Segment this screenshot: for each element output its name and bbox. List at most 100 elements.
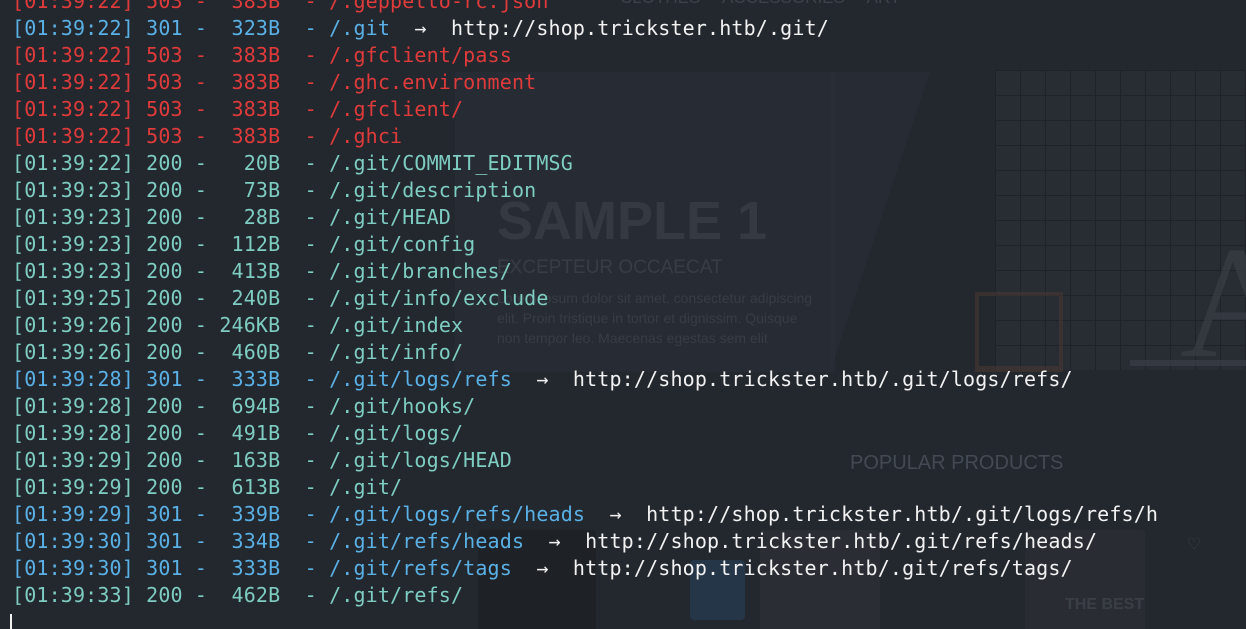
request-path: /.geppetto-rc.json [329, 0, 549, 13]
timestamp: [01:39:23] [12, 205, 134, 229]
log-entry: [01:39:22] 503 - 383B - /.gfclient/ [12, 97, 463, 121]
status-code: 200 [146, 448, 183, 472]
timestamp: [01:39:26] [12, 340, 134, 364]
separator: - [304, 124, 317, 148]
response-size: 413B [231, 259, 281, 283]
status-code: 200 [146, 475, 183, 499]
request-path: /.git/description [329, 178, 537, 202]
request-path: /.git/hooks/ [329, 394, 476, 418]
separator: - [194, 556, 208, 580]
timestamp: [01:39:22] [12, 0, 134, 13]
request-path: /.git/COMMIT_EDITMSG [329, 151, 573, 175]
separator: - [194, 232, 208, 256]
log-entry: [01:39:26] 200 - 460B - /.git/info/ [12, 340, 463, 364]
request-path: /.git/logs/refs/heads [329, 502, 586, 526]
response-size: 383B [231, 70, 281, 94]
redirect-arrow-icon: → [390, 16, 452, 40]
status-code: 200 [146, 394, 183, 418]
log-entry: [01:39:23] 200 - 413B - /.git/branches/ [12, 259, 512, 283]
status-code: 503 [146, 43, 183, 67]
response-size: 333B [231, 556, 281, 580]
terminal-line: [01:39:28] 200 - 694B - /.git/hooks/ [12, 393, 1158, 420]
separator: - [304, 43, 317, 67]
log-entry: [01:39:26] 200 - 246KB - /.git/index [12, 313, 463, 337]
separator: - [304, 286, 317, 310]
terminal-output[interactable]: [01:39:22] 503 - 383B - /.geppetto-rc.js… [12, 0, 1158, 609]
separator: - [194, 394, 208, 418]
response-size: 73B [243, 178, 281, 202]
redirect-arrow-icon: → [511, 556, 573, 580]
status-code: 503 [146, 0, 183, 13]
response-size: 383B [231, 124, 281, 148]
request-path: /.gfclient/pass [329, 43, 512, 67]
separator: - [304, 475, 317, 499]
status-code: 200 [146, 313, 183, 337]
separator: - [194, 205, 208, 229]
request-path: /.ghc.environment [329, 70, 537, 94]
terminal-line: [01:39:22] 301 - 323B - /.git → http://s… [12, 15, 1158, 42]
separator: - [194, 475, 208, 499]
redirect-url: http://shop.trickster.htb/.git/refs/head… [585, 529, 1098, 553]
separator: - [304, 502, 317, 526]
response-size: 694B [231, 394, 281, 418]
request-path: /.git/index [329, 313, 464, 337]
response-size: 383B [231, 43, 281, 67]
bg-letter-art: A [1180, 213, 1246, 391]
redirect-url: http://shop.trickster.htb/.git/logs/refs… [572, 367, 1073, 391]
terminal-line: [01:39:29] 301 - 339B - /.git/logs/refs/… [12, 501, 1158, 528]
timestamp: [01:39:22] [12, 97, 134, 121]
status-code: 301 [146, 556, 183, 580]
terminal-line: [01:39:23] 200 - 73B - /.git/description [12, 177, 1158, 204]
terminal-line: [01:39:33] 200 - 462B - /.git/refs/ [12, 582, 1158, 609]
redirect-arrow-icon: → [524, 529, 586, 553]
request-path: /.ghci [329, 124, 403, 148]
separator: - [304, 178, 317, 202]
log-entry: [01:39:29] 200 - 163B - /.git/logs/HEAD [12, 448, 512, 472]
response-size: 339B [231, 502, 281, 526]
request-path: /.git/info/exclude [329, 286, 549, 310]
terminal-line: [01:39:22] 503 - 383B - /.ghc.environmen… [12, 69, 1158, 96]
response-size: 462B [231, 583, 281, 607]
terminal-line: [01:39:22] 503 - 383B - /.ghci [12, 123, 1158, 150]
timestamp: [01:39:30] [12, 556, 134, 580]
timestamp: [01:39:26] [12, 313, 134, 337]
redirect-arrow-icon: → [511, 367, 573, 391]
terminal-line: [01:39:23] 200 - 413B - /.git/branches/ [12, 258, 1158, 285]
terminal-line: [01:39:29] 200 - 163B - /.git/logs/HEAD [12, 447, 1158, 474]
timestamp: [01:39:23] [12, 178, 134, 202]
redirect-url: http://shop.trickster.htb/.git/ [451, 16, 829, 40]
timestamp: [01:39:29] [12, 502, 134, 526]
separator: - [304, 529, 317, 553]
separator: - [304, 70, 317, 94]
request-path: /.git/refs/tags [329, 556, 512, 580]
response-size: 323B [231, 16, 281, 40]
separator: - [304, 421, 317, 445]
terminal-line: [01:39:26] 200 - 460B - /.git/info/ [12, 339, 1158, 366]
status-code: 200 [146, 583, 183, 607]
separator: - [194, 583, 208, 607]
status-code: 200 [146, 232, 183, 256]
separator: - [304, 259, 317, 283]
timestamp: [01:39:22] [12, 151, 134, 175]
terminal-line: [01:39:28] 200 - 491B - /.git/logs/ [12, 420, 1158, 447]
separator: - [194, 97, 208, 121]
response-size: 240B [231, 286, 281, 310]
log-entry: [01:39:23] 200 - 112B - /.git/config [12, 232, 475, 256]
timestamp: [01:39:23] [12, 259, 134, 283]
separator: - [194, 448, 208, 472]
log-entry: [01:39:28] 301 - 333B - /.git/logs/refs [12, 367, 512, 391]
separator: - [194, 70, 208, 94]
separator: - [194, 259, 208, 283]
request-path: /.git/logs/refs [329, 367, 512, 391]
log-entry: [01:39:25] 200 - 240B - /.git/info/exclu… [12, 286, 549, 310]
timestamp: [01:39:33] [12, 583, 134, 607]
status-code: 301 [146, 529, 183, 553]
terminal-line: [01:39:22] 503 - 383B - /.gfclient/ [12, 96, 1158, 123]
timestamp: [01:39:22] [12, 43, 134, 67]
status-code: 200 [146, 205, 183, 229]
response-size: 112B [231, 232, 281, 256]
response-size: 163B [231, 448, 281, 472]
separator: - [304, 583, 317, 607]
log-entry: [01:39:29] 200 - 613B - /.git/ [12, 475, 402, 499]
log-entry: [01:39:28] 200 - 491B - /.git/logs/ [12, 421, 463, 445]
